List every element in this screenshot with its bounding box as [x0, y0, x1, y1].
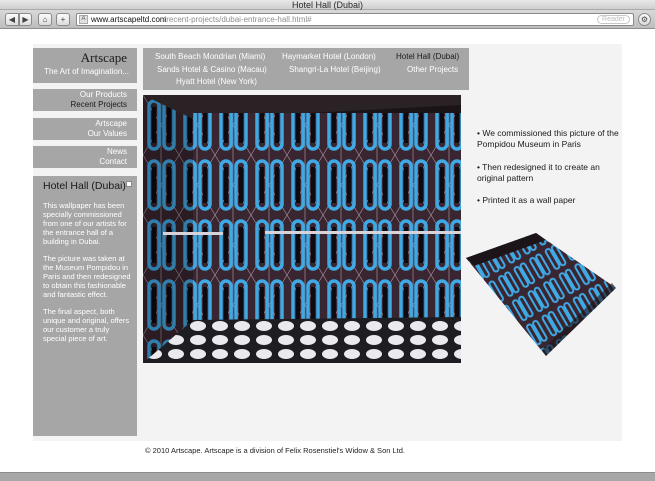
- project-link-london[interactable]: Haymarket Hotel (London): [282, 52, 376, 61]
- expand-icon[interactable]: [126, 181, 132, 187]
- info-paragraph: This wallpaper has been specially commis…: [43, 201, 127, 246]
- logo-box[interactable]: Artscape The Art of Imagination...: [33, 48, 137, 83]
- back-button[interactable]: ◀: [5, 13, 19, 26]
- sidebar-nav-group: Our Products Recent Projects: [33, 89, 137, 111]
- add-bookmark-button[interactable]: +: [56, 13, 70, 26]
- nav-artscape[interactable]: Artscape: [95, 119, 127, 128]
- bullet-item: • Then redesigned it to create an origin…: [477, 162, 600, 183]
- settings-button[interactable]: ⚙: [638, 13, 651, 26]
- project-title: Hotel Hall (Dubai): [43, 180, 126, 192]
- bullet-item: • Printed it as a wall paper: [477, 195, 576, 205]
- project-link-macau[interactable]: Sands Hotel & Casino (Macau): [157, 65, 267, 74]
- site-logo[interactable]: Artscape: [81, 50, 127, 66]
- roll-illustration: [466, 233, 616, 356]
- window-title-bar: Hotel Hall (Dubai): [0, 0, 655, 10]
- project-link-beijing[interactable]: Shangri-La Hotel (Beijing): [289, 65, 381, 74]
- url-path: /recent-projects/dubai-entrance-hall.htm…: [164, 15, 312, 24]
- info-paragraph: The final aspect, both unique and origin…: [43, 307, 130, 343]
- site-tagline: The Art of Imagination...: [44, 67, 129, 76]
- forward-button[interactable]: ▶: [19, 13, 32, 26]
- projects-nav: South Beach Mondrian (Miami) Haymarket H…: [143, 48, 469, 90]
- wallpaper-roll-photo: [466, 228, 616, 356]
- address-bar[interactable]: A www.artscapeltd.com /recent-projects/d…: [76, 13, 634, 26]
- sidebar-nav-group: News Contact: [33, 146, 137, 168]
- arrow-right-icon: ▶: [22, 15, 29, 24]
- arrow-left-icon: ◀: [8, 15, 16, 24]
- home-button[interactable]: ⌂: [38, 13, 52, 26]
- reader-button[interactable]: Reader: [597, 15, 630, 24]
- room-illustration: [143, 95, 461, 363]
- bullet-item: • We commissioned this picture of the Po…: [477, 128, 619, 149]
- project-link-miami[interactable]: South Beach Mondrian (Miami): [155, 52, 265, 61]
- sidebar-nav-group: Artscape Our Values: [33, 118, 137, 140]
- favicon-icon: A: [79, 15, 88, 24]
- nav-contact[interactable]: Contact: [99, 157, 127, 166]
- nav-our-values[interactable]: Our Values: [88, 129, 127, 138]
- nav-news[interactable]: News: [107, 147, 127, 156]
- url-domain: www.artscapeltd.com: [91, 15, 167, 24]
- project-link-other[interactable]: Other Projects: [407, 65, 458, 74]
- nav-recent-projects[interactable]: Recent Projects: [71, 100, 127, 109]
- footer-copyright: © 2010 Artscape. Artscape is a division …: [145, 446, 405, 455]
- browser-toolbar: ◀ ▶ ⌂ + A www.artscapeltd.com /recent-pr…: [0, 10, 655, 29]
- gear-icon: ⚙: [640, 15, 649, 24]
- nav-our-products[interactable]: Our Products: [80, 90, 127, 99]
- plus-icon: +: [60, 15, 66, 24]
- project-link-dubai[interactable]: Hotel Hall (Dubai): [396, 52, 459, 61]
- home-icon: ⌂: [42, 15, 48, 24]
- project-info-box: Hotel Hall (Dubai) This wallpaper has be…: [33, 176, 137, 436]
- entrance-hall-photo: [143, 95, 461, 363]
- project-link-new-york[interactable]: Hyatt Hotel (New York): [176, 77, 257, 86]
- browser-status-bar: [0, 472, 655, 481]
- window-title: Hotel Hall (Dubai): [291, 0, 364, 10]
- info-paragraph: The picture was taken at the Museum Pomp…: [43, 254, 131, 299]
